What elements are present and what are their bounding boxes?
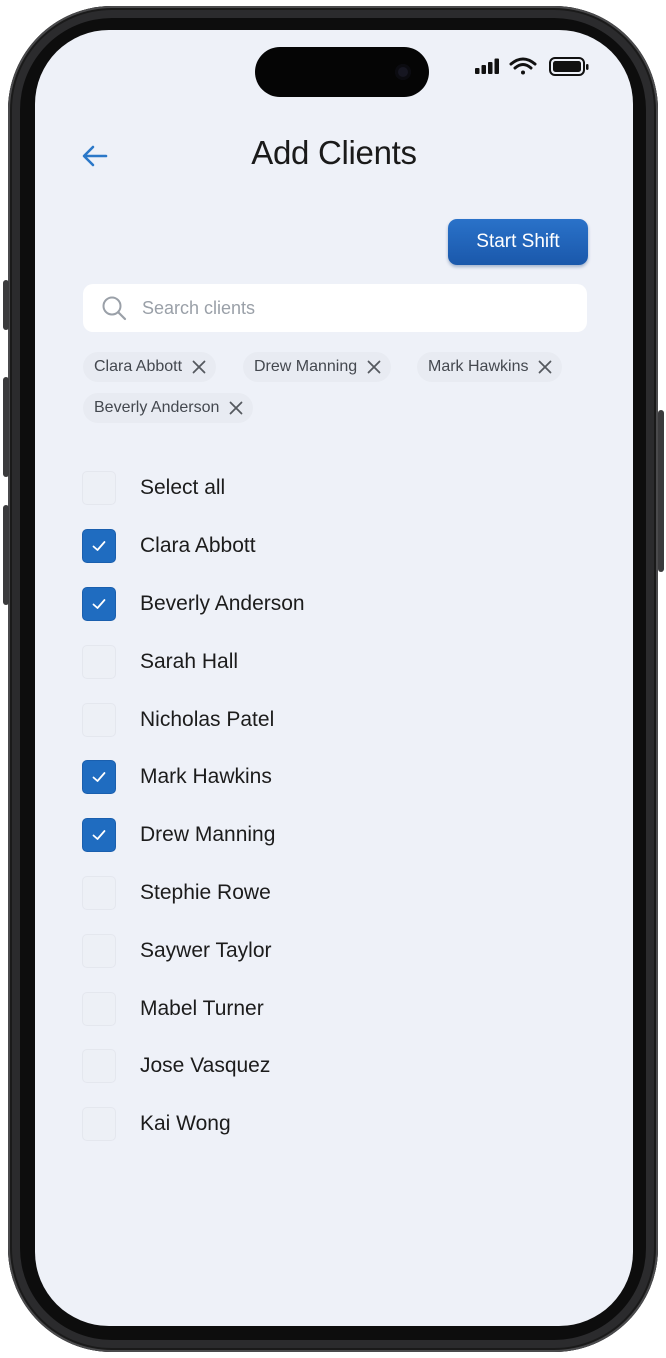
chip-clara-abbott: Clara Abbott — [83, 352, 217, 382]
close-icon[interactable] — [190, 358, 208, 376]
select-all-label: Select all — [140, 476, 226, 499]
client-checkbox[interactable] — [82, 818, 116, 852]
list-item[interactable]: Saywer Taylor — [82, 931, 272, 971]
page-title: Add Clients — [251, 134, 417, 171]
checkmark-icon — [92, 599, 106, 609]
list-item[interactable]: Stephie Rowe — [82, 873, 271, 913]
chip-mark-hawkins: Mark Hawkins — [417, 352, 563, 382]
client-checkbox[interactable] — [82, 645, 116, 679]
list-item[interactable]: Drew Manning — [82, 815, 275, 855]
chip-label: Beverly Anderson — [94, 399, 220, 416]
client-checkbox[interactable] — [82, 934, 116, 968]
checkmark-icon — [92, 830, 106, 840]
chip-beverly-anderson: Beverly Anderson — [83, 393, 254, 423]
client-checkbox[interactable] — [82, 1049, 116, 1083]
list-item[interactable]: Mabel Turner — [82, 989, 264, 1029]
action-button — [3, 280, 9, 330]
checkmark-icon — [92, 541, 106, 551]
client-checkbox[interactable] — [82, 1107, 116, 1141]
close-icon[interactable] — [227, 399, 245, 417]
volume-down-button — [3, 505, 9, 605]
client-name: Clara Abbott — [140, 534, 256, 557]
client-name: Mark Hawkins — [140, 765, 272, 788]
search-icon — [102, 296, 127, 321]
client-name: Drew Manning — [140, 823, 276, 846]
client-checkbox[interactable] — [82, 876, 116, 910]
battery-icon — [549, 57, 589, 76]
app-screen: Add Clients Start Shift Clara Abbott Dre… — [35, 30, 633, 1326]
chip-label: Drew Manning — [254, 358, 358, 375]
client-checkbox[interactable] — [82, 760, 116, 794]
list-item[interactable]: Jose Vasquez — [82, 1046, 270, 1086]
list-item[interactable]: Mark Hawkins — [82, 757, 272, 797]
list-item[interactable]: Clara Abbott — [82, 526, 256, 566]
client-checkbox[interactable] — [82, 529, 116, 563]
cellular-signal-icon — [475, 58, 499, 74]
list-item[interactable]: Kai Wong — [82, 1104, 231, 1144]
volume-up-button — [3, 377, 9, 477]
client-name: Stephie Rowe — [140, 881, 271, 904]
status-bar-icons — [475, 57, 589, 76]
client-checkbox[interactable] — [82, 703, 116, 737]
select-all-checkbox[interactable] — [82, 471, 116, 505]
close-icon[interactable] — [365, 358, 383, 376]
client-checkbox[interactable] — [82, 992, 116, 1026]
client-name: Saywer Taylor — [140, 939, 272, 962]
chip-label: Mark Hawkins — [428, 358, 529, 375]
client-name: Beverly Anderson — [140, 592, 305, 615]
client-checkbox[interactable] — [82, 587, 116, 621]
chip-drew-manning: Drew Manning — [243, 352, 392, 382]
search-input[interactable] — [140, 296, 524, 320]
select-all-row[interactable]: Select all — [82, 468, 225, 508]
client-name: Mabel Turner — [140, 997, 264, 1020]
wifi-icon — [509, 57, 537, 75]
power-button — [658, 410, 664, 572]
chip-label: Clara Abbott — [94, 358, 183, 375]
client-name: Kai Wong — [140, 1112, 231, 1135]
start-shift-button[interactable]: Start Shift — [448, 219, 588, 265]
close-icon[interactable] — [536, 358, 554, 376]
list-item[interactable]: Nicholas Patel — [82, 700, 274, 740]
list-item[interactable]: Sarah Hall — [82, 642, 238, 682]
client-name: Jose Vasquez — [140, 1054, 271, 1077]
client-name: Nicholas Patel — [140, 708, 275, 731]
list-item[interactable]: Beverly Anderson — [82, 584, 305, 624]
checkmark-icon — [92, 772, 106, 782]
dynamic-island — [255, 47, 429, 97]
client-name: Sarah Hall — [140, 650, 239, 673]
front-camera-icon — [395, 64, 411, 80]
search-bar[interactable] — [83, 284, 587, 332]
